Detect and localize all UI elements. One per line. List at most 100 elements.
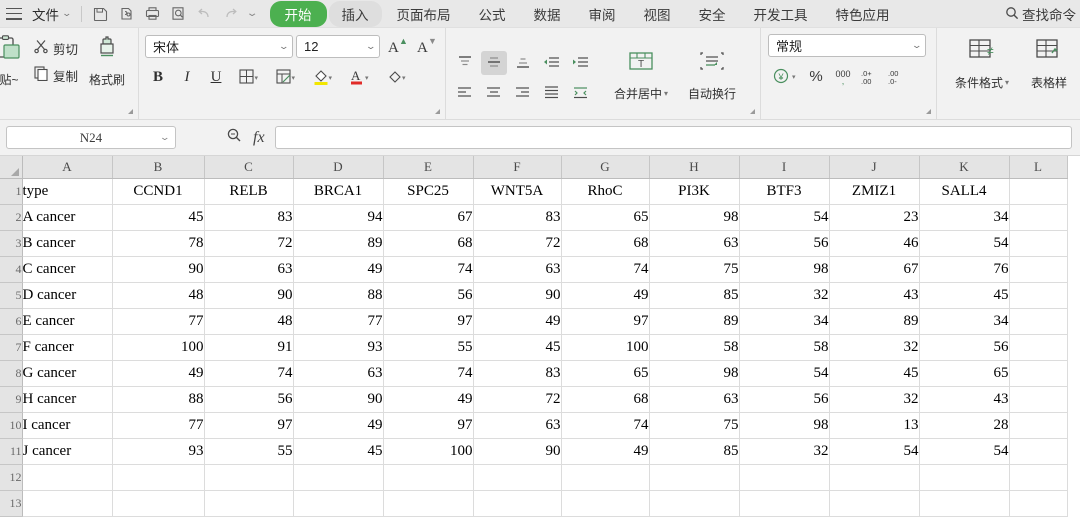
cell-f2[interactable]: 83 [473,204,562,231]
cell-g13[interactable] [561,490,650,517]
cell-j13[interactable] [829,490,920,517]
increase-indent-icon[interactable] [568,51,594,75]
cell-b12[interactable] [112,464,205,491]
cell-k7[interactable]: 56 [919,334,1010,361]
name-box[interactable]: N24 ⌄ [6,126,176,149]
cell-g7[interactable]: 100 [561,334,650,361]
cell-f13[interactable] [473,490,562,517]
cell-a8[interactable]: G cancer [22,360,113,387]
cell-h12[interactable] [649,464,740,491]
cell-l11[interactable] [1009,438,1068,465]
cell-k11[interactable]: 54 [919,438,1010,465]
cell-l5[interactable] [1009,282,1068,309]
cell-e9[interactable]: 49 [383,386,474,413]
tab-data[interactable]: 数据 [521,1,574,27]
fill-color-button[interactable]: ▾ [306,65,340,89]
cell-b8[interactable]: 49 [112,360,205,387]
cell-e5[interactable]: 56 [383,282,474,309]
cell-a6[interactable]: E cancer [22,308,113,335]
cell-d12[interactable] [293,464,384,491]
cell-l2[interactable] [1009,204,1068,231]
cell-a2[interactable]: A cancer [22,204,113,231]
cell-g1[interactable]: RhoC [561,178,650,205]
column-header-l[interactable]: L [1009,156,1068,179]
cell-g12[interactable] [561,464,650,491]
cell-k5[interactable]: 45 [919,282,1010,309]
row-header[interactable]: 6 [0,308,23,335]
cell-l12[interactable] [1009,464,1068,491]
tab-start[interactable]: 开始 [269,0,327,27]
cell-a5[interactable]: D cancer [22,282,113,309]
cell-c6[interactable]: 48 [204,308,294,335]
cell-k13[interactable] [919,490,1010,517]
increase-decimal-icon[interactable]: .0+ .00 [857,64,883,88]
cell-h4[interactable]: 75 [649,256,740,283]
cell-j10[interactable]: 13 [829,412,920,439]
cell-k2[interactable]: 34 [919,204,1010,231]
search-command-box[interactable]: 查找命令 [1005,4,1076,24]
cell-i6[interactable]: 34 [739,308,830,335]
tab-insert[interactable]: 插入 [328,0,382,27]
cell-f1[interactable]: WNT5A [473,178,562,205]
tab-formula[interactable]: 公式 [466,1,519,27]
cell-a7[interactable]: F cancer [22,334,113,361]
cell-i5[interactable]: 32 [739,282,830,309]
cell-a4[interactable]: C cancer [22,256,113,283]
cell-k9[interactable]: 43 [919,386,1010,413]
cell-l8[interactable] [1009,360,1068,387]
clear-format-button[interactable]: ▾ [380,65,414,89]
cell-g8[interactable]: 65 [561,360,650,387]
italic-button[interactable]: I [174,65,200,89]
cell-b9[interactable]: 88 [112,386,205,413]
clipboard-dialog-launcher[interactable] [128,109,135,116]
cell-j12[interactable] [829,464,920,491]
cell-e1[interactable]: SPC25 [383,178,474,205]
borders-button[interactable]: ▾ [232,65,266,89]
cell-b10[interactable]: 77 [112,412,205,439]
cell-k8[interactable]: 65 [919,360,1010,387]
cell-f9[interactable]: 72 [473,386,562,413]
cell-c11[interactable]: 55 [204,438,294,465]
cell-b13[interactable] [112,490,205,517]
cell-i8[interactable]: 54 [739,360,830,387]
cell-g9[interactable]: 68 [561,386,650,413]
cell-l7[interactable] [1009,334,1068,361]
cell-d11[interactable]: 45 [293,438,384,465]
cell-d6[interactable]: 77 [293,308,384,335]
cell-l10[interactable] [1009,412,1068,439]
cell-h1[interactable]: PI3K [649,178,740,205]
alignment-dialog-launcher[interactable] [750,109,757,116]
cell-f6[interactable]: 49 [473,308,562,335]
row-header[interactable]: 13 [0,490,23,517]
cell-f3[interactable]: 72 [473,230,562,257]
cell-e7[interactable]: 55 [383,334,474,361]
column-header-c[interactable]: C [204,156,294,179]
cell-d8[interactable]: 63 [293,360,384,387]
cell-e6[interactable]: 97 [383,308,474,335]
cell-l3[interactable] [1009,230,1068,257]
cell-c12[interactable] [204,464,294,491]
cell-b2[interactable]: 45 [112,204,205,231]
cell-d13[interactable] [293,490,384,517]
cell-f4[interactable]: 63 [473,256,562,283]
cell-a1[interactable]: type [22,178,113,205]
cell-f5[interactable]: 90 [473,282,562,309]
cell-h8[interactable]: 98 [649,360,740,387]
cell-f12[interactable] [473,464,562,491]
tab-review[interactable]: 审阅 [576,1,629,27]
tab-featured-apps[interactable]: 特色应用 [823,1,903,27]
cell-f10[interactable]: 63 [473,412,562,439]
customize-chevron-icon[interactable]: ⌄ [244,3,262,25]
row-header[interactable]: 2 [0,204,23,231]
cell-a13[interactable] [22,490,113,517]
comma-style-icon[interactable]: 000, [830,64,856,88]
cell-j5[interactable]: 43 [829,282,920,309]
align-left-icon[interactable] [452,81,478,105]
cell-j2[interactable]: 23 [829,204,920,231]
cell-k3[interactable]: 54 [919,230,1010,257]
cell-b7[interactable]: 100 [112,334,205,361]
cell-i4[interactable]: 98 [739,256,830,283]
save-icon[interactable] [88,3,114,25]
cell-d1[interactable]: BRCA1 [293,178,384,205]
cell-j9[interactable]: 32 [829,386,920,413]
